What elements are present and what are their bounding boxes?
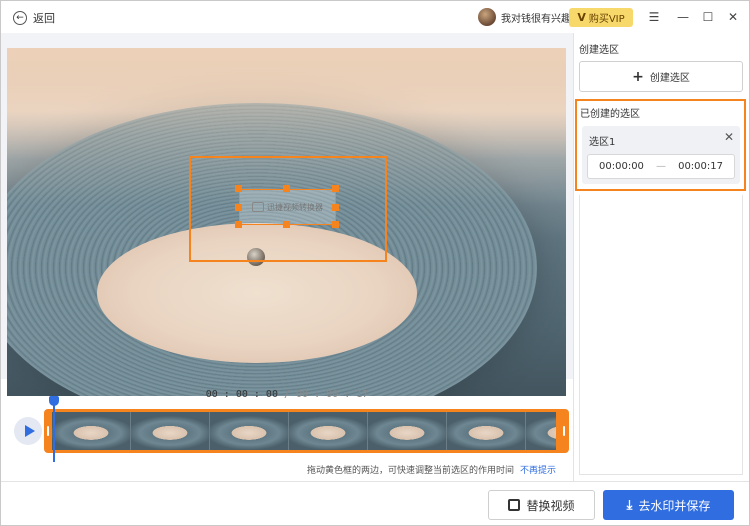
close-icon[interactable]: ✕	[724, 131, 734, 143]
maximize-icon[interactable]: ☐	[700, 9, 716, 25]
frame-thumbnail	[52, 412, 131, 450]
playhead[interactable]	[49, 396, 59, 462]
frame-thumbnails	[52, 412, 556, 450]
watermark-text: 迅捷视频转换器	[267, 202, 323, 212]
timeline-hint: 拖动黄色框的两边，可快速调整当前选区的作用时间 不再提示	[307, 463, 556, 476]
download-icon: ⤓	[626, 497, 633, 513]
dont-show-again-link[interactable]: 不再提示	[520, 466, 556, 476]
save-label: 去水印并保存	[638, 498, 711, 513]
timeline-strip[interactable]	[44, 409, 569, 453]
frame-thumbnail	[210, 412, 289, 450]
trim-handle-left[interactable]	[47, 426, 49, 436]
back-button[interactable]: ← 返回	[13, 10, 55, 26]
resize-handle-bottom[interactable]	[283, 221, 290, 228]
user-name: 我对钱很有兴趣	[501, 13, 571, 25]
menu-icon[interactable]: ☰	[646, 9, 662, 25]
watermark-region[interactable]: 迅捷视频转换器	[239, 189, 336, 225]
time-display: 00 : 00 : 00 / 00 : 00 : 17	[1, 389, 573, 400]
frame-thumbnail	[289, 412, 368, 450]
plus-icon: +	[632, 68, 644, 85]
create-region-button[interactable]: + 创建选区	[579, 61, 743, 92]
resize-handle-top-right[interactable]	[332, 185, 339, 192]
back-label: 返回	[33, 12, 55, 25]
resize-handle-left[interactable]	[235, 204, 242, 211]
bottom-bar: 替换视频 ⤓ 去水印并保存	[1, 481, 749, 525]
create-region-label: 创建选区	[649, 73, 690, 84]
region-time-range[interactable]: 00:00:00 — 00:00:17	[587, 154, 735, 179]
region-name: 选区1	[589, 137, 616, 148]
frame-thumbnail	[447, 412, 526, 450]
resize-handle-top-left[interactable]	[235, 185, 242, 192]
replace-video-button[interactable]: 替换视频	[488, 490, 595, 520]
frame-thumbnail	[131, 412, 210, 450]
resize-handle-bottom-right[interactable]	[332, 221, 339, 228]
range-dash: —	[656, 161, 666, 172]
title-bar: ← 返回 我对钱很有兴趣 V 购买VIP ☰ — ☐ ✕	[1, 1, 749, 33]
frame-thumbnail	[368, 412, 447, 450]
hint-text: 拖动黄色框的两边，可快速调整当前选区的作用时间	[307, 466, 515, 476]
region-card[interactable]: 选区1 ✕ 00:00:00 — 00:00:17	[582, 126, 740, 184]
app-window: ← 返回 我对钱很有兴趣 V 购买VIP ☰ — ☐ ✕ 迅捷视频转换器 00 …	[0, 0, 750, 526]
vip-icon: V	[577, 11, 586, 24]
remove-watermark-save-button[interactable]: ⤓ 去水印并保存	[603, 490, 734, 520]
total-duration: 00 : 00 : 17	[296, 389, 369, 400]
panel-list-area	[579, 195, 743, 475]
create-section-title: 创建选区	[579, 45, 619, 56]
playhead-marker-icon[interactable]	[49, 396, 59, 406]
region-panel: 创建选区 + 创建选区 已创建的选区 选区1 ✕ 00:00:00 — 00:0…	[573, 33, 749, 481]
current-time: 00 : 00 : 00	[205, 389, 278, 400]
close-icon[interactable]: ✕	[725, 9, 741, 25]
created-regions-section: 已创建的选区 选区1 ✕ 00:00:00 — 00:00:17	[575, 99, 746, 191]
arrow-left-icon: ←	[13, 11, 27, 25]
buy-vip-label: 购买VIP	[588, 14, 625, 25]
frame-thumbnail	[526, 412, 556, 450]
trim-handle-right[interactable]	[563, 426, 565, 436]
camera-icon	[252, 202, 264, 212]
region-end-time[interactable]: 00:00:17	[678, 161, 723, 172]
time-separator: /	[277, 389, 297, 400]
user-profile[interactable]: 我对钱很有兴趣	[478, 8, 571, 26]
play-button[interactable]	[14, 417, 42, 445]
swap-icon	[508, 499, 521, 511]
buy-vip-button[interactable]: V 购买VIP	[569, 8, 633, 27]
avatar	[478, 8, 496, 26]
region-start-time[interactable]: 00:00:00	[599, 161, 644, 172]
resize-handle-top[interactable]	[283, 185, 290, 192]
created-section-title: 已创建的选区	[580, 109, 640, 120]
resize-handle-bottom-left[interactable]	[235, 221, 242, 228]
minimize-icon[interactable]: —	[675, 9, 691, 25]
replace-video-label: 替换视频	[526, 498, 575, 513]
play-icon	[24, 425, 35, 437]
resize-handle-right[interactable]	[332, 204, 339, 211]
